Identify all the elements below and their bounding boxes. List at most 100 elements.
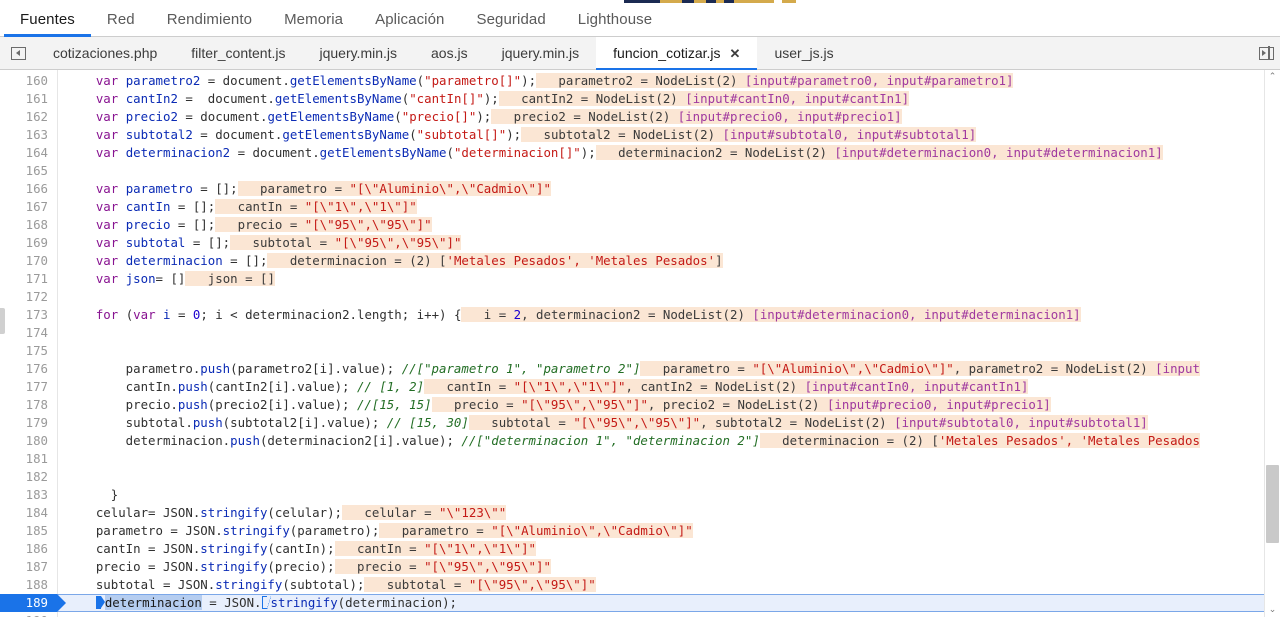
line-content [57,450,1280,468]
show-navigator-icon[interactable] [0,37,36,69]
line-number[interactable]: 177 [0,378,57,396]
file-tab-label: user_js.js [774,45,834,61]
line-number[interactable]: 168 [0,216,57,234]
line-number[interactable]: 162 [0,108,57,126]
code-line[interactable]: 165 [0,162,1280,180]
line-number[interactable]: 173 [0,306,57,324]
editor-vertical-scrollbar[interactable]: ⌃ ⌄ [1264,70,1280,617]
line-number[interactable]: 174 [0,324,57,342]
source-code-editor[interactable]: 160 var parametro2 = document.getElement… [0,70,1280,617]
line-number[interactable]: 175 [0,342,57,360]
code-line[interactable]: 177 cantIn.push(cantIn2[i].value); // [1… [0,378,1280,396]
code-line[interactable]: 186 cantIn = JSON.stringify(cantIn); can… [0,540,1280,558]
annotation-token: 'Metales Pesados', 'Metales Pesados' [446,253,716,268]
line-number[interactable]: 161 [0,90,57,108]
line-number[interactable]: 165 [0,162,57,180]
file-tab-jquery-min-js[interactable]: jquery.min.js [485,37,597,69]
code-line[interactable]: 160 var parametro2 = document.getElement… [0,72,1280,90]
inline-value-annotation: precio2 = NodeList(2) [input#precio0, in… [491,109,902,124]
scrollbar-thumb[interactable] [1266,465,1279,543]
annotation-token: determinacion = (2) [ [774,433,939,448]
file-tab-jquery-min-js[interactable]: jquery.min.js [302,37,414,69]
line-number[interactable]: 188 [0,576,57,594]
line-number[interactable]: 181 [0,450,57,468]
line-number[interactable]: 176 [0,360,57,378]
code-line[interactable]: 168 var precio = []; precio = "[\"95\",\… [0,216,1280,234]
code-line[interactable]: 170 var determinacion = []; determinacio… [0,252,1280,270]
line-number[interactable]: 185 [0,522,57,540]
line-number[interactable]: 189 [0,594,66,612]
close-icon[interactable]: ✕ [730,47,741,60]
inline-value-annotation: subtotal2 = NodeList(2) [input#subtotal0… [521,127,977,142]
line-number[interactable]: 170 [0,252,57,270]
code-token: parametro [118,181,201,196]
code-line[interactable]: 183 } [0,486,1280,504]
code-token: var [95,145,119,160]
line-number[interactable]: 160 [0,72,57,90]
file-tab-funcion-cotizar-js[interactable]: funcion_cotizar.js ✕ [596,37,758,70]
code-line[interactable]: 161 var cantIn2 = document.getElementsBy… [0,90,1280,108]
code-line[interactable]: 187 precio = JSON.stringify(precio); pre… [0,558,1280,576]
panel-tab-fuentes[interactable]: Fuentes [4,3,91,37]
code-token: ); [483,91,499,106]
code-line[interactable]: 169 var subtotal = []; subtotal = "[\"95… [0,234,1280,252]
code-line[interactable]: 184 celular= JSON.stringify(celular); ce… [0,504,1280,522]
line-number[interactable]: 166 [0,180,57,198]
inline-value-annotation: cantIn = "[\"1\",\"1\"]" [215,199,417,214]
file-tab-cotizaciones-php[interactable]: cotizaciones.php [36,37,174,69]
code-line[interactable]: 180 determinacion.push(determinacion2[i]… [0,432,1280,450]
code-line[interactable]: 182 [0,468,1280,486]
code-line[interactable]: 175 [0,342,1280,360]
code-line[interactable]: 181 [0,450,1280,468]
panel-tab-lighthouse[interactable]: Lighthouse [562,3,668,36]
panel-tab-aplicaci-n[interactable]: Aplicación [359,3,460,36]
file-tab-user-js-js[interactable]: user_js.js [757,37,850,69]
code-line[interactable]: 174 [0,324,1280,342]
code-line[interactable]: 171 var json= [] json = [] [0,270,1280,288]
line-number[interactable]: 187 [0,558,57,576]
annotation-token: "[\"95\",\"95\"]" [468,577,596,592]
file-tab-filter-content-js[interactable]: filter_content.js [174,37,302,69]
code-line[interactable]: 179 subtotal.push(subtotal2[i].value); /… [0,414,1280,432]
scroll-up-arrow[interactable]: ⌃ [1265,70,1280,84]
code-line-current[interactable]: 189 determinacion = JSON. stringify(deter… [0,594,1280,612]
code-line[interactable]: 164 var determinacion2 = document.getEle… [0,144,1280,162]
annotation-token: precio = [230,217,305,232]
line-number[interactable]: 179 [0,414,57,432]
code-token: = []; [200,181,238,196]
line-number[interactable]: 163 [0,126,57,144]
panel-tab-rendimiento[interactable]: Rendimiento [151,3,268,36]
line-number[interactable]: 178 [0,396,57,414]
show-debugger-icon[interactable] [1259,37,1274,69]
code-token: stringify [200,541,268,556]
code-line[interactable]: 172 [0,288,1280,306]
code-line[interactable]: 163 var subtotal2 = document.getElements… [0,126,1280,144]
line-content: determinacion.push(determinacion2[i].val… [57,432,1280,450]
panel-tab-seguridad[interactable]: Seguridad [460,3,561,36]
code-line[interactable]: 162 var precio2 = document.getElementsBy… [0,108,1280,126]
code-line[interactable]: 173 for (var i = 0; i < determinacion2.l… [0,306,1280,324]
code-token: (determinacion); [337,595,458,610]
line-number[interactable]: 180 [0,432,57,450]
line-number[interactable]: 182 [0,468,57,486]
panel-tab-label: Seguridad [476,11,546,28]
file-tab-aos-js[interactable]: aos.js [414,37,485,69]
line-number[interactable]: 169 [0,234,57,252]
line-number[interactable]: 164 [0,144,57,162]
code-token: parametro. [66,361,201,376]
line-number[interactable]: 167 [0,198,57,216]
line-number[interactable]: 171 [0,270,57,288]
code-line[interactable]: 185 parametro = JSON.stringify(parametro… [0,522,1280,540]
panel-tab-memoria[interactable]: Memoria [268,3,359,36]
line-number[interactable]: 186 [0,540,57,558]
panel-tab-red[interactable]: Red [91,3,151,36]
code-line[interactable]: 166 var parametro = []; parametro = "[\"… [0,180,1280,198]
code-line[interactable]: 178 precio.push(precio2[i].value); //[15… [0,396,1280,414]
line-number[interactable]: 183 [0,486,57,504]
line-number[interactable]: 184 [0,504,57,522]
code-line[interactable]: 167 var cantIn = []; cantIn = "[\"1\",\"… [0,198,1280,216]
line-number[interactable]: 172 [0,288,57,306]
code-line[interactable]: 176 parametro.push(parametro2[i].value);… [0,360,1280,378]
code-line[interactable]: 188 subtotal = JSON.stringify(subtotal);… [0,576,1280,594]
